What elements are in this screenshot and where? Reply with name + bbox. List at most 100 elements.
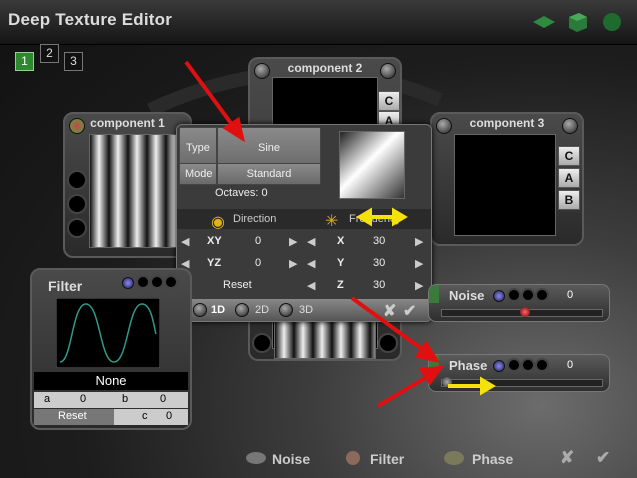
decrement-icon[interactable]: ◀ (307, 235, 315, 248)
knob-icon[interactable] (380, 63, 396, 79)
phase-label: Phase (449, 358, 488, 373)
increment-icon[interactable]: ▶ (289, 235, 297, 248)
filter-a-label: a (44, 393, 51, 405)
socket-icon (521, 288, 535, 302)
x-value[interactable]: 30 (373, 235, 385, 247)
component-1-panel: component 1 (63, 112, 192, 258)
z-label: Z (337, 279, 344, 291)
socket-icon (136, 275, 150, 289)
c-button[interactable]: C (378, 91, 400, 111)
component-2-texture (274, 321, 376, 359)
color-knob-icon[interactable] (69, 118, 85, 134)
knob-icon[interactable] (254, 63, 270, 79)
increment-icon[interactable]: ▶ (415, 279, 423, 292)
filter-reset-button[interactable]: Reset (58, 410, 87, 422)
dim-3d-label: 3D (299, 304, 314, 316)
check-icon[interactable]: ✔ (596, 448, 610, 468)
component-2-title: component 2 (287, 61, 363, 75)
decrement-icon[interactable]: ◀ (307, 279, 315, 292)
knob-icon[interactable] (436, 118, 452, 134)
phase-value[interactable]: 0 (567, 359, 573, 371)
c-button[interactable]: C (558, 146, 580, 166)
bottom-filter-button[interactable]: Filter (370, 451, 404, 467)
radio-2d[interactable] (235, 303, 249, 317)
yz-label: YZ (207, 257, 222, 269)
filter-c-value[interactable]: 0 (166, 410, 172, 422)
frequency-label[interactable]: Frequency (349, 213, 401, 225)
increment-icon[interactable]: ▶ (289, 257, 297, 270)
cube-icon[interactable] (566, 11, 588, 33)
component-3-panel: component 3 C A B (430, 112, 584, 246)
y-label: Y (337, 257, 345, 269)
noise-slider-thumb[interactable] (520, 307, 530, 317)
direction-icon: ◉ (211, 214, 225, 231)
radio-1d[interactable] (193, 303, 207, 317)
z-value[interactable]: 30 (373, 279, 385, 291)
increment-icon[interactable]: ▶ (415, 235, 423, 248)
phase-slider-panel: Phase 0 (428, 354, 610, 392)
noise-value[interactable]: 0 (567, 289, 573, 301)
xy-value[interactable]: 0 (255, 235, 261, 247)
socket-icon (521, 358, 535, 372)
filter-knob-icon[interactable] (122, 277, 134, 289)
filter-curve-graph (56, 298, 160, 368)
filter-panel: Filter None a 0 b 0 Reset c 0 (30, 268, 192, 430)
noise-rock-icon[interactable] (246, 452, 266, 464)
dim-2d-label: 2D (255, 304, 270, 316)
filter-name[interactable]: None (34, 372, 188, 390)
cancel-icon[interactable]: ✘ (383, 301, 396, 321)
tab-2[interactable]: 2 (40, 44, 59, 63)
mode-value: Standard (246, 168, 292, 180)
bottom-noise-button[interactable]: Noise (272, 451, 310, 467)
noise-knob-icon[interactable] (493, 290, 505, 302)
tab-1[interactable]: 1 (15, 52, 34, 71)
window-title: Deep Texture Editor (8, 10, 173, 29)
bottom-phase-button[interactable]: Phase (472, 451, 513, 467)
frequency-icon: ✳ (325, 213, 339, 230)
socket-icon (150, 275, 164, 289)
x-label: X (337, 235, 345, 247)
decrement-icon[interactable]: ◀ (181, 235, 189, 248)
yz-value[interactable]: 0 (255, 257, 261, 269)
mode-label: Mode (185, 168, 213, 180)
noise-label: Noise (449, 288, 485, 303)
socket-icon (507, 288, 521, 302)
socket-icon (507, 358, 521, 372)
y-value[interactable]: 30 (373, 257, 385, 269)
phase-slider-thumb[interactable] (442, 377, 452, 387)
filter-a-value[interactable]: 0 (80, 393, 86, 405)
filter-b-value[interactable]: 0 (160, 393, 166, 405)
socket-icon (67, 170, 87, 190)
filter-rock-icon[interactable] (346, 451, 360, 465)
popup-preview (339, 131, 405, 199)
reset-button[interactable]: Reset (223, 279, 252, 291)
increment-icon[interactable]: ▶ (415, 257, 423, 270)
phase-rock-icon[interactable] (444, 451, 464, 465)
deep-texture-editor-window: Deep Texture Editor 1 2 3 component 2 C … (0, 0, 637, 478)
knob-icon[interactable] (562, 118, 578, 134)
component-3-title: component 3 (469, 116, 545, 130)
sphere-icon[interactable] (602, 12, 622, 32)
decrement-icon[interactable]: ◀ (307, 257, 315, 270)
component-1-texture (89, 134, 181, 248)
noise-slider-track[interactable] (441, 307, 603, 317)
plane-icon[interactable] (533, 14, 555, 30)
type-value: Sine (257, 142, 281, 154)
tab-3[interactable]: 3 (64, 52, 83, 71)
a-button[interactable]: A (558, 168, 580, 188)
socket-icon (252, 333, 272, 353)
cancel-icon[interactable]: ✘ (560, 448, 574, 468)
socket-icon (67, 218, 87, 238)
title-bar: Deep Texture Editor (0, 0, 637, 45)
xy-label: XY (207, 235, 222, 247)
radio-3d[interactable] (279, 303, 293, 317)
dim-1d-label: 1D (211, 304, 226, 316)
phase-slider-track[interactable] (441, 377, 603, 387)
mode-select[interactable]: Standard (217, 163, 321, 185)
check-icon[interactable]: ✔ (403, 301, 416, 321)
noise-slider-panel: Noise 0 (428, 284, 610, 322)
filter-title: Filter (48, 278, 83, 294)
b-button[interactable]: B (558, 190, 580, 210)
direction-label[interactable]: Direction (233, 213, 276, 225)
phase-knob-icon[interactable] (493, 360, 505, 372)
